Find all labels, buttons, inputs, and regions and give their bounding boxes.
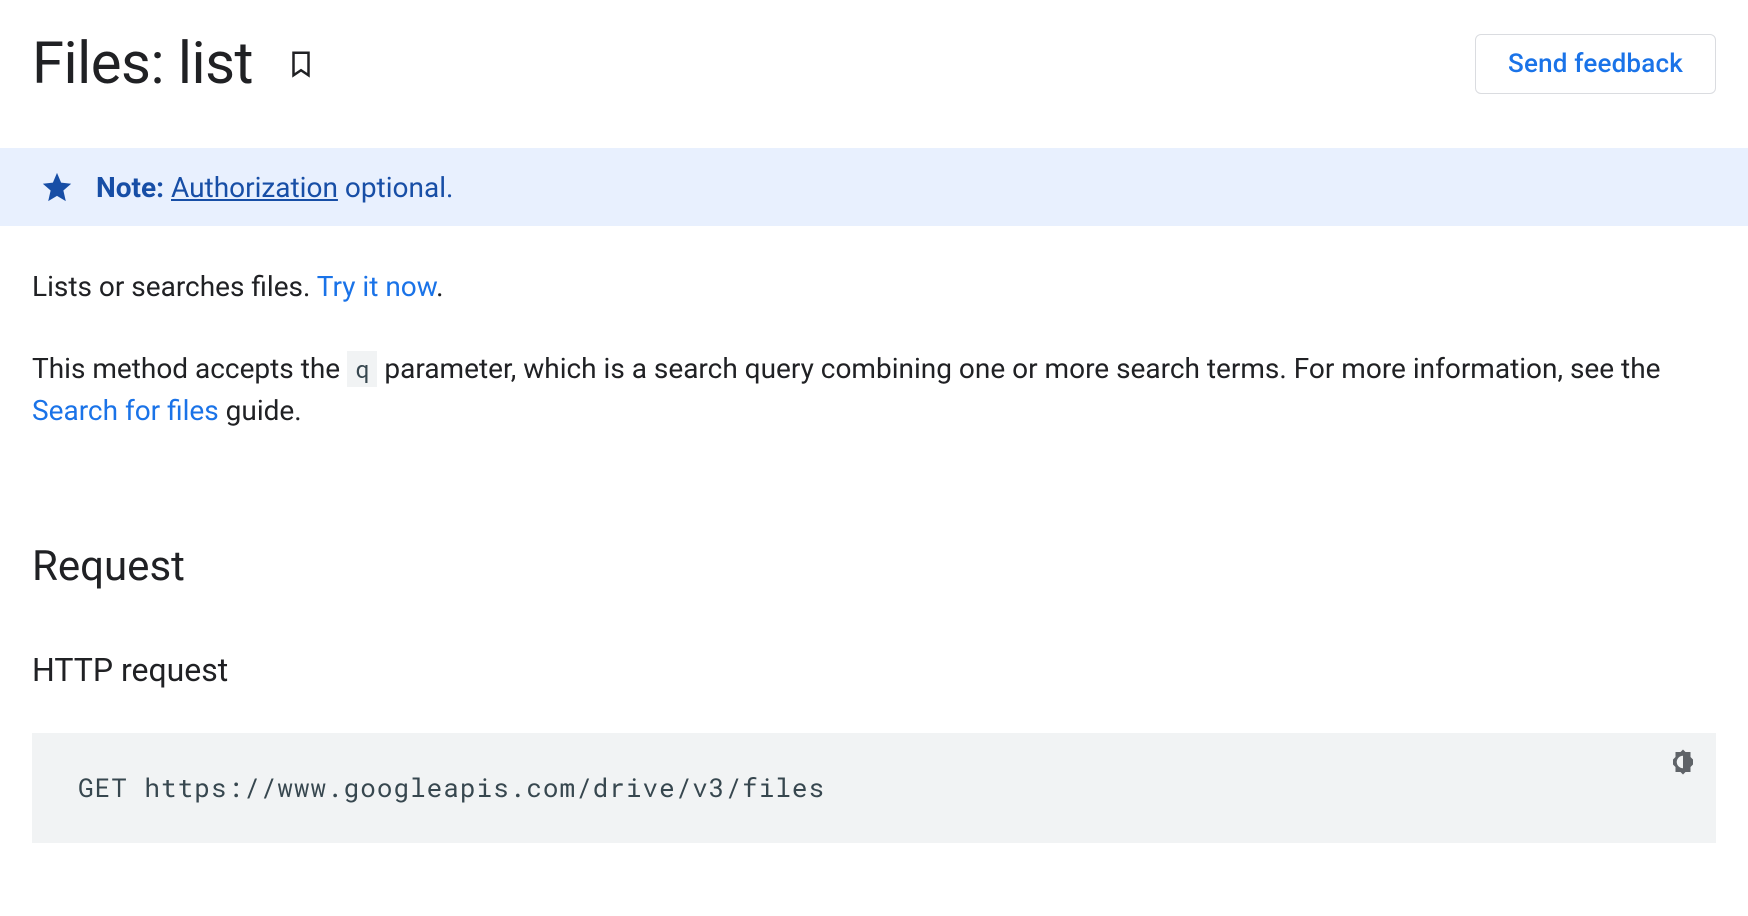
intro-paragraph-2: This method accepts the q parameter, whi… <box>32 348 1716 432</box>
q-param-code: q <box>347 351 377 387</box>
http-request-heading: HTTP request <box>32 651 1716 689</box>
search-for-files-link[interactable]: Search for files <box>32 394 219 427</box>
page-header: Files: list Send feedback <box>0 0 1748 108</box>
send-feedback-button[interactable]: Send feedback <box>1475 34 1716 94</box>
intro-paragraph-1: Lists or searches files. Try it now. <box>32 266 1716 308</box>
intro-p2-a: This method accepts the <box>32 352 347 385</box>
note-text: Note: Authorization optional. <box>96 171 453 204</box>
note-label: Note: <box>96 171 164 204</box>
authorization-link[interactable]: Authorization <box>171 171 338 204</box>
intro-p1-suffix: . <box>436 270 443 303</box>
intro-p1-prefix: Lists or searches files. <box>32 270 317 303</box>
star-icon <box>40 170 74 204</box>
note-trailing: optional. <box>338 171 453 204</box>
title-wrap: Files: list <box>32 30 323 98</box>
intro-p2-b: parameter, which is a search query combi… <box>377 352 1660 385</box>
http-request-code-block: GET https://www.googleapis.com/drive/v3/… <box>32 733 1716 843</box>
request-heading: Request <box>32 542 1716 591</box>
note-banner: Note: Authorization optional. <box>0 148 1748 226</box>
http-request-code: GET https://www.googleapis.com/drive/v3/… <box>78 771 825 805</box>
intro-p2-c: guide. <box>219 394 302 427</box>
brightness-icon[interactable] <box>1668 747 1698 777</box>
try-it-now-link[interactable]: Try it now <box>317 270 436 303</box>
page-title: Files: list <box>32 30 253 98</box>
bookmark-icon[interactable] <box>279 42 323 86</box>
